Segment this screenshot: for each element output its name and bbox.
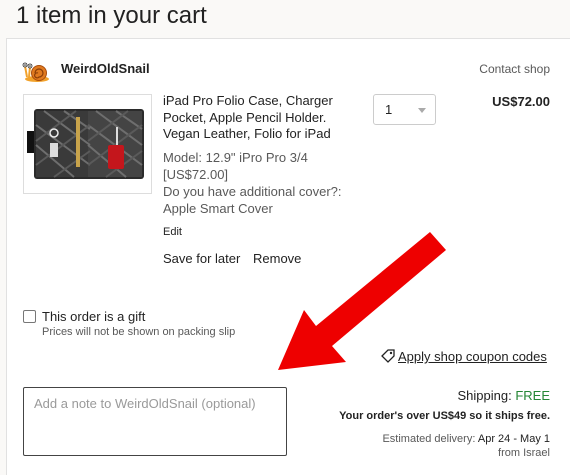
apply-coupon-link[interactable]: Apply shop coupon codes [381, 349, 547, 364]
product-variations: Model: 12.9" iPro Pro 3/4 [US$72.00] Do … [163, 149, 342, 217]
delivery-label: Estimated delivery: [382, 433, 476, 445]
page-title: 1 item in your cart [16, 2, 207, 29]
shop-name[interactable]: WeirdOldSnail [61, 61, 150, 76]
chevron-down-icon [418, 108, 426, 113]
save-for-later-button[interactable]: Save for later [163, 251, 240, 266]
shipping-summary: Shipping: FREE [457, 388, 550, 403]
snail-logo-icon [22, 62, 49, 82]
quantity-select[interactable]: 1 [373, 94, 436, 125]
cart-item-card: WeirdOldSnail Contact shop iPad Pro Foli… [6, 38, 570, 475]
note-to-seller-input[interactable] [23, 387, 287, 456]
edit-link[interactable]: Edit [163, 226, 182, 238]
contact-shop-link[interactable]: Contact shop [479, 62, 550, 76]
remove-button[interactable]: Remove [253, 251, 301, 266]
tag-icon [381, 349, 395, 363]
product-image [24, 95, 151, 193]
shipping-value: FREE [515, 388, 550, 403]
gift-checkbox[interactable] [23, 310, 36, 323]
free-shipping-note: Your order's over US$49 so it ships free… [339, 410, 550, 422]
variation-price: [US$72.00] [163, 167, 229, 182]
variation-model: Model: 12.9" iPro Pro 3/4 [163, 150, 308, 165]
shipping-label: Shipping: [457, 388, 512, 403]
quantity-value: 1 [385, 102, 393, 117]
gift-subtext: Prices will not be shown on packing slip [42, 326, 236, 338]
variation-cover-question: Do you have additional cover?: [163, 184, 342, 199]
delivery-dates: Apr 24 - May 1 [477, 433, 550, 445]
item-price: US$72.00 [492, 94, 550, 109]
variation-cover-value: Apple Smart Cover [163, 201, 273, 216]
ships-from: from Israel [498, 447, 550, 459]
gift-label[interactable]: This order is a gift [42, 309, 145, 324]
apply-coupon-label: Apply shop coupon codes [398, 349, 547, 364]
product-thumbnail[interactable] [23, 94, 152, 194]
product-title[interactable]: iPad Pro Folio Case, Charger Pocket, App… [163, 93, 345, 143]
estimated-delivery: Estimated delivery: Apr 24 - May 1 from … [382, 432, 550, 460]
